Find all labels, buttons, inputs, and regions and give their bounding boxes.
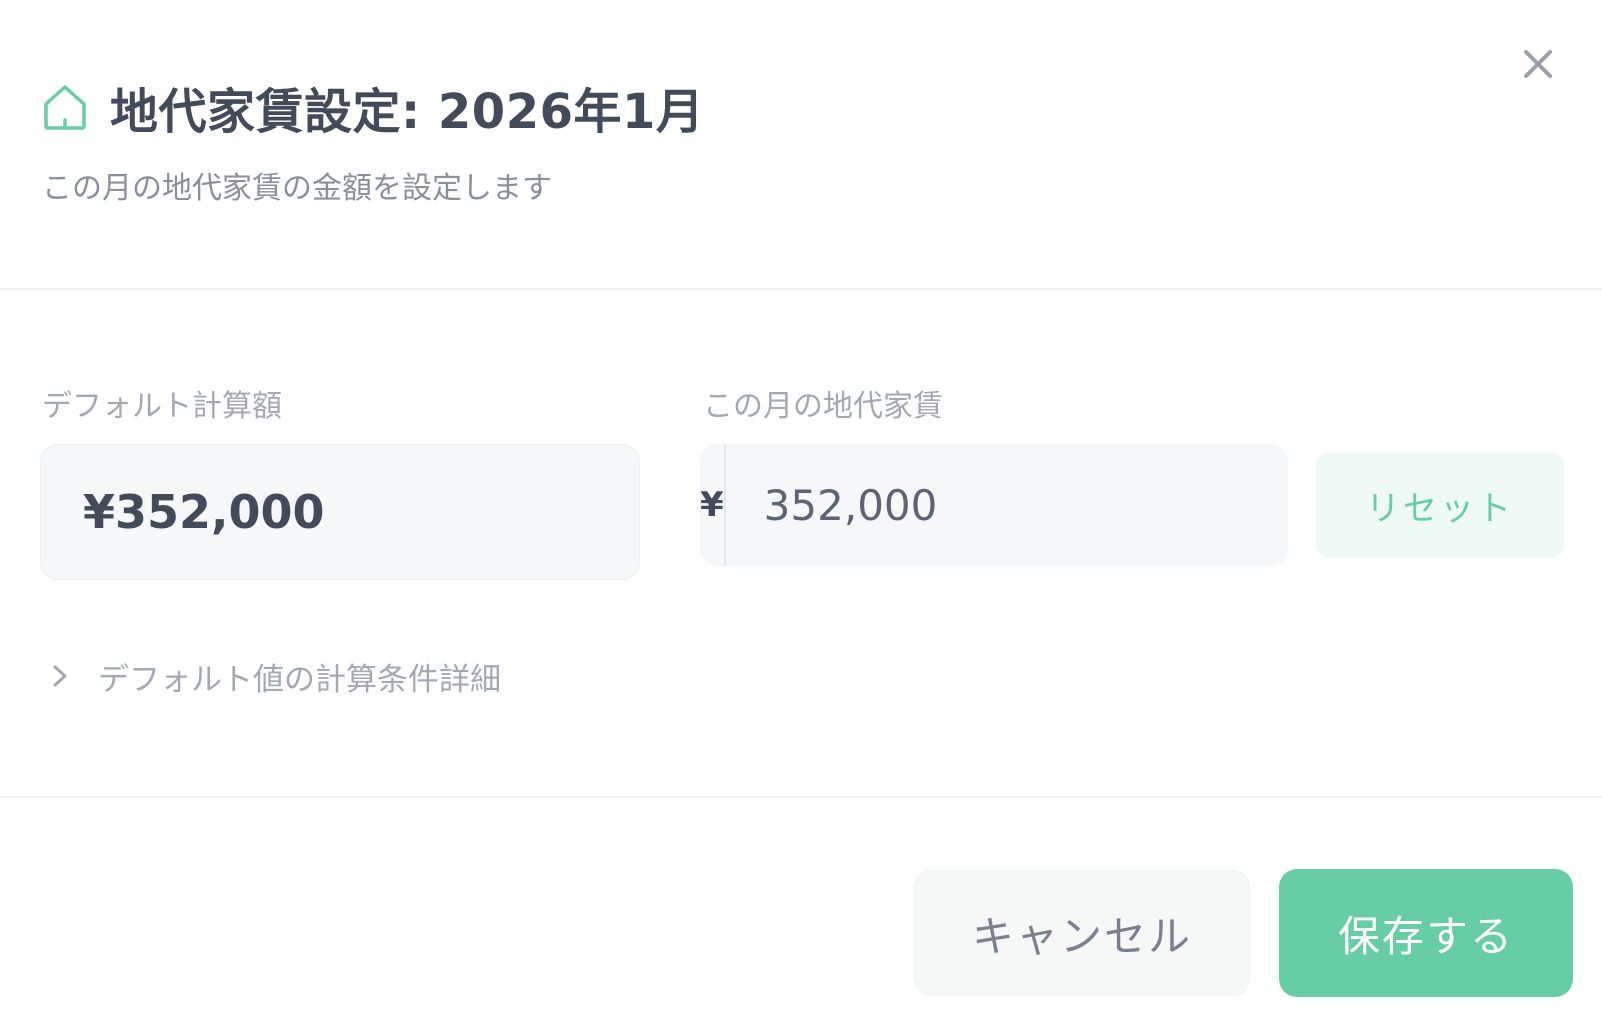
rent-settings-modal: 地代家賃設定: 2026年1月 この月の地代家賃の金額を設定します デフォルト計… bbox=[0, 0, 1602, 1030]
default-amount-label: デフォルト計算額 bbox=[42, 389, 282, 424]
title-row: 地代家賃設定: 2026年1月 bbox=[40, 72, 704, 142]
save-button[interactable]: 保存する bbox=[1279, 869, 1573, 997]
home-icon bbox=[40, 82, 90, 132]
close-button[interactable] bbox=[1516, 44, 1560, 88]
monthly-rent-input[interactable] bbox=[725, 444, 1288, 566]
default-amount-value: ¥352,000 bbox=[83, 485, 325, 539]
reset-button[interactable]: リセット bbox=[1316, 453, 1564, 557]
footer-divider bbox=[0, 796, 1602, 798]
modal-header: 地代家賃設定: 2026年1月 この月の地代家賃の金額を設定します bbox=[0, 0, 1602, 290]
chevron-right-icon bbox=[48, 664, 72, 688]
close-icon bbox=[1521, 47, 1555, 85]
modal-title: 地代家賃設定: 2026年1月 bbox=[110, 84, 705, 140]
monthly-rent-input-group: ¥ bbox=[700, 444, 1288, 566]
calculation-details-label: デフォルト値の計算条件詳細 bbox=[98, 661, 501, 698]
currency-prefix: ¥ bbox=[700, 444, 726, 566]
cancel-button[interactable]: キャンセル bbox=[914, 870, 1250, 996]
modal-subtitle: この月の地代家賃の金額を設定します bbox=[42, 171, 552, 206]
default-amount-display: ¥352,000 bbox=[40, 444, 640, 580]
monthly-rent-label: この月の地代家賃 bbox=[703, 389, 943, 424]
calculation-details-toggle[interactable]: デフォルト値の計算条件詳細 bbox=[48, 652, 501, 700]
